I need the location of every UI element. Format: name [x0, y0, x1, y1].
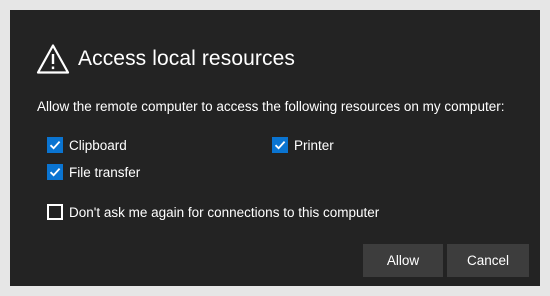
- access-local-resources-dialog: Access local resources Allow the remote …: [10, 10, 540, 286]
- dialog-title: Access local resources: [78, 47, 295, 70]
- checkbox-dont-ask-again-label: Don't ask me again for connections to th…: [69, 204, 380, 220]
- dialog-header: Access local resources: [36, 43, 295, 75]
- checkbox-file-transfer[interactable]: File transfer: [47, 164, 140, 180]
- cancel-button[interactable]: Cancel: [447, 244, 529, 277]
- checkbox-file-transfer-label: File transfer: [69, 164, 141, 180]
- checkbox-printer[interactable]: Printer: [272, 137, 334, 153]
- checkbox-clipboard-box[interactable]: [47, 137, 63, 153]
- checkbox-clipboard-label: Clipboard: [69, 137, 127, 153]
- checkbox-dont-ask-again[interactable]: Don't ask me again for connections to th…: [47, 204, 379, 220]
- checkbox-clipboard[interactable]: Clipboard: [47, 137, 127, 153]
- warning-triangle-icon: [36, 44, 70, 74]
- checkbox-printer-label: Printer: [294, 137, 334, 153]
- allow-button[interactable]: Allow: [363, 244, 443, 277]
- checkbox-file-transfer-box[interactable]: [47, 164, 63, 180]
- checkbox-dont-ask-again-box[interactable]: [47, 204, 63, 220]
- checkmark-icon: [274, 140, 286, 150]
- checkbox-printer-box[interactable]: [272, 137, 288, 153]
- checkmark-icon: [49, 140, 61, 150]
- checkmark-icon: [49, 167, 61, 177]
- dialog-description: Allow the remote computer to access the …: [37, 99, 505, 114]
